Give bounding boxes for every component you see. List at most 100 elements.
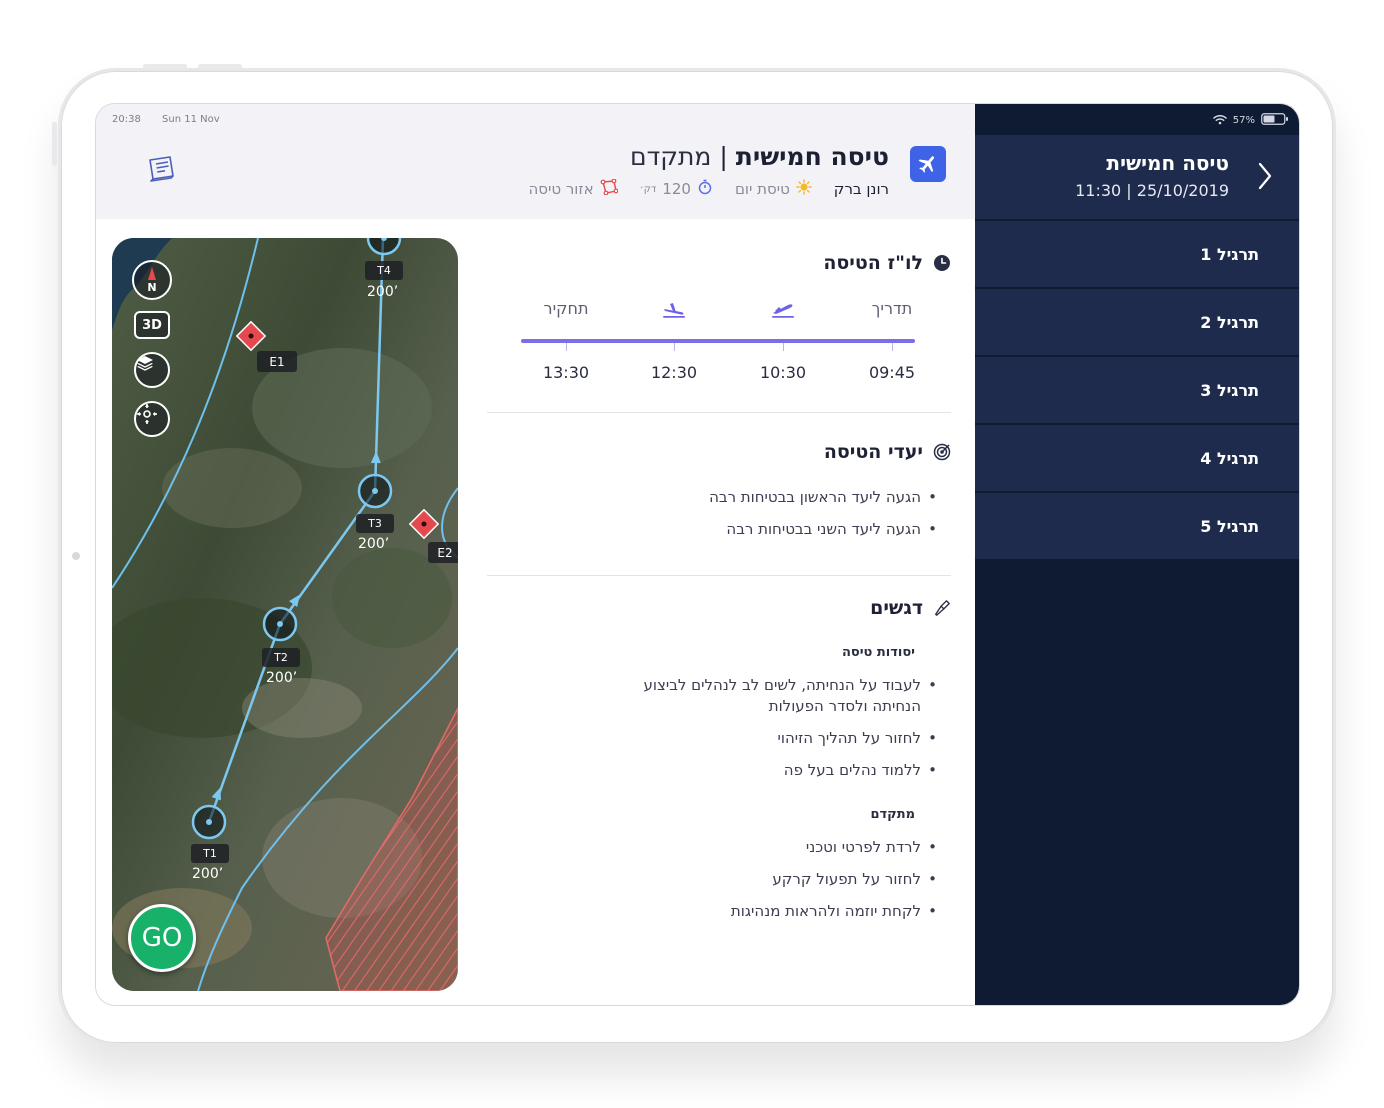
waypoint-altitude: 200’: [367, 284, 399, 300]
list-item: לרדת לפרטי וטכני: [731, 837, 937, 858]
emphasis-group-title: מתקדם: [870, 807, 915, 822]
emphases-heading: דגשים: [870, 597, 951, 619]
sidebar-header[interactable]: טיסה חמישית 11:30 | 25/10/2019: [975, 135, 1299, 219]
takeoff-icon: [738, 301, 828, 323]
debrief-time: 13:30: [542, 363, 590, 382]
compass-button[interactable]: N: [132, 260, 172, 300]
status-indicators: 57%: [1213, 113, 1289, 128]
briefing-time: 09:45: [868, 363, 916, 382]
waypoint-t2-marker: [262, 606, 298, 642]
pen-icon: [933, 599, 951, 617]
list-item: לעבוד על הנחיתה, לשים לב לנהלים לביצוע ה…: [621, 675, 937, 717]
list-item: הגעה ליעד הראשון בבטיחות רבה: [709, 487, 937, 508]
briefing-label: תדריך: [871, 299, 913, 318]
emphasis-list: לרדת לפרטי וטכני לחזור על תפעול קרקע לקח…: [731, 837, 937, 933]
goals-heading: יעדי הטיסה: [824, 441, 951, 463]
emphasis-list: לעבוד על הנחיתה, לשים לב לנהלים לביצוע ה…: [621, 675, 937, 792]
target-icon: [933, 443, 951, 461]
notes-icon[interactable]: [146, 154, 180, 184]
compass-label: N: [147, 280, 157, 294]
power-button: [52, 122, 57, 166]
recenter-icon[interactable]: [134, 401, 170, 437]
battery-percent: 57%: [1232, 115, 1255, 126]
list-item: לחזור על תהליך הזיהוי: [621, 728, 937, 749]
flight-map[interactable]: T1 200’ T2 200’ T3 200’ T4 200’ E1 E2 N …: [112, 238, 458, 991]
status-bar: 20:38 Sun 11 Nov: [112, 114, 238, 125]
chevron-right-icon[interactable]: [1255, 159, 1275, 193]
debrief-label: תחקיר: [543, 299, 589, 318]
sun-icon: [796, 179, 812, 199]
main-panel: 20:38 Sun 11 Nov טיסה חמישית | מתקדם רונ…: [96, 104, 975, 1005]
flight-meta: רונן ברק טיסת יום 120 דק׳ אזור טיסה: [514, 178, 889, 199]
sidebar-datetime: 11:30 | 25/10/2019: [1075, 181, 1229, 200]
timeline-tick: [783, 343, 784, 351]
3d-view-button[interactable]: 3D: [134, 311, 170, 339]
polygon-icon: [600, 178, 618, 199]
takeoff-time: 10:30: [759, 363, 807, 382]
timeline-tick: [674, 343, 675, 351]
flight-type: טיסת יום: [735, 179, 812, 199]
exercise-item[interactable]: תרגיל 5: [975, 493, 1299, 559]
flight-zone-label: אזור טיסה: [528, 180, 594, 198]
flight-type-label: טיסת יום: [734, 180, 790, 198]
list-item: הגעה ליעד השני בבטיחות רבה: [709, 519, 937, 540]
sidebar-title: טיסה חמישית: [1106, 151, 1229, 175]
waypoint-altitude: 200’: [358, 536, 390, 552]
waypoint-label: T1: [191, 844, 229, 863]
duration-unit: דק׳: [639, 183, 657, 195]
schedule-timeline: תחקיר תדריך 13:30 12:30 10:30 09:45: [519, 299, 919, 389]
flight-details: לו"ז הטיסה תחקיר תדריך 13:30 12:30 10:30: [487, 219, 951, 1005]
waypoint-label: T4: [365, 261, 403, 280]
flight-duration: 120 דק׳: [640, 179, 713, 199]
exercise-item[interactable]: תרגיל 1: [975, 221, 1299, 287]
flight-level: מתקדם: [630, 142, 712, 171]
duration-value: 120: [662, 180, 691, 198]
clock-icon: [933, 254, 951, 272]
flight-title: טיסה חמישית | מתקדם: [630, 142, 889, 171]
screen: 20:38 Sun 11 Nov טיסה חמישית | מתקדם רונ…: [95, 103, 1300, 1006]
flight-name: טיסה חמישית: [735, 142, 889, 171]
landing-icon: [629, 301, 719, 323]
wifi-icon: [1213, 114, 1227, 128]
emphasis-group-title: יסודות טיסה: [841, 645, 915, 660]
divider: [487, 575, 951, 576]
timeline-tick: [566, 343, 567, 351]
layers-icon[interactable]: [134, 352, 170, 388]
volume-button: [143, 64, 187, 69]
list-item: לקחת יוזמה ולהראות מנהיגות: [731, 901, 937, 922]
top-bar: 20:38 Sun 11 Nov טיסה חמישית | מתקדם רונ…: [96, 104, 975, 219]
battery-icon: [1261, 113, 1289, 128]
goals-title: יעדי הטיסה: [823, 441, 923, 463]
exercise-list: תרגיל 1 תרגיל 2 תרגיל 3 תרגיל 4 תרגיל 5: [975, 221, 1299, 561]
waypoint-altitude: 200’: [266, 670, 298, 686]
waypoint-t1-marker: [191, 804, 227, 840]
list-item: ללמוד נהלים בעל פה: [621, 760, 937, 781]
list-item: לחזור על תפעול קרקע: [731, 869, 937, 890]
waypoint-altitude: 200’: [192, 866, 224, 882]
title-separator: |: [719, 142, 728, 171]
flight-zone[interactable]: אזור טיסה: [528, 178, 618, 199]
divider: [487, 412, 951, 413]
waypoint-t3-marker: [357, 473, 393, 509]
exercise-item[interactable]: תרגיל 2: [975, 289, 1299, 355]
timeline-bar: [521, 339, 915, 343]
landing-time: 12:30: [650, 363, 698, 382]
exercise-item[interactable]: תרגיל 3: [975, 357, 1299, 423]
sidebar: 57% טיסה חמישית 11:30 | 25/10/2019 תרגיל…: [975, 104, 1299, 1005]
pilot-name: רונן ברק: [833, 180, 889, 198]
exercise-item[interactable]: תרגיל 4: [975, 425, 1299, 491]
status-date: Sun 11 Nov: [162, 114, 220, 125]
schedule-title: לו"ז הטיסה: [823, 252, 923, 274]
airplane-badge-icon: [910, 146, 946, 182]
waypoint-label: T3: [356, 514, 394, 533]
timeline-tick: [892, 343, 893, 351]
goals-list: הגעה ליעד הראשון בבטיחות רבה הגעה ליעד ה…: [709, 487, 937, 551]
go-button[interactable]: GO: [128, 904, 196, 972]
emphases-title: דגשים: [870, 597, 923, 619]
camera: [72, 552, 80, 560]
schedule-heading: לו"ז הטיסה: [823, 252, 951, 274]
emergency-label: E1: [257, 351, 297, 372]
volume-button: [198, 64, 242, 69]
status-time: 20:38: [112, 114, 141, 125]
emergency-label: E2: [428, 542, 458, 563]
